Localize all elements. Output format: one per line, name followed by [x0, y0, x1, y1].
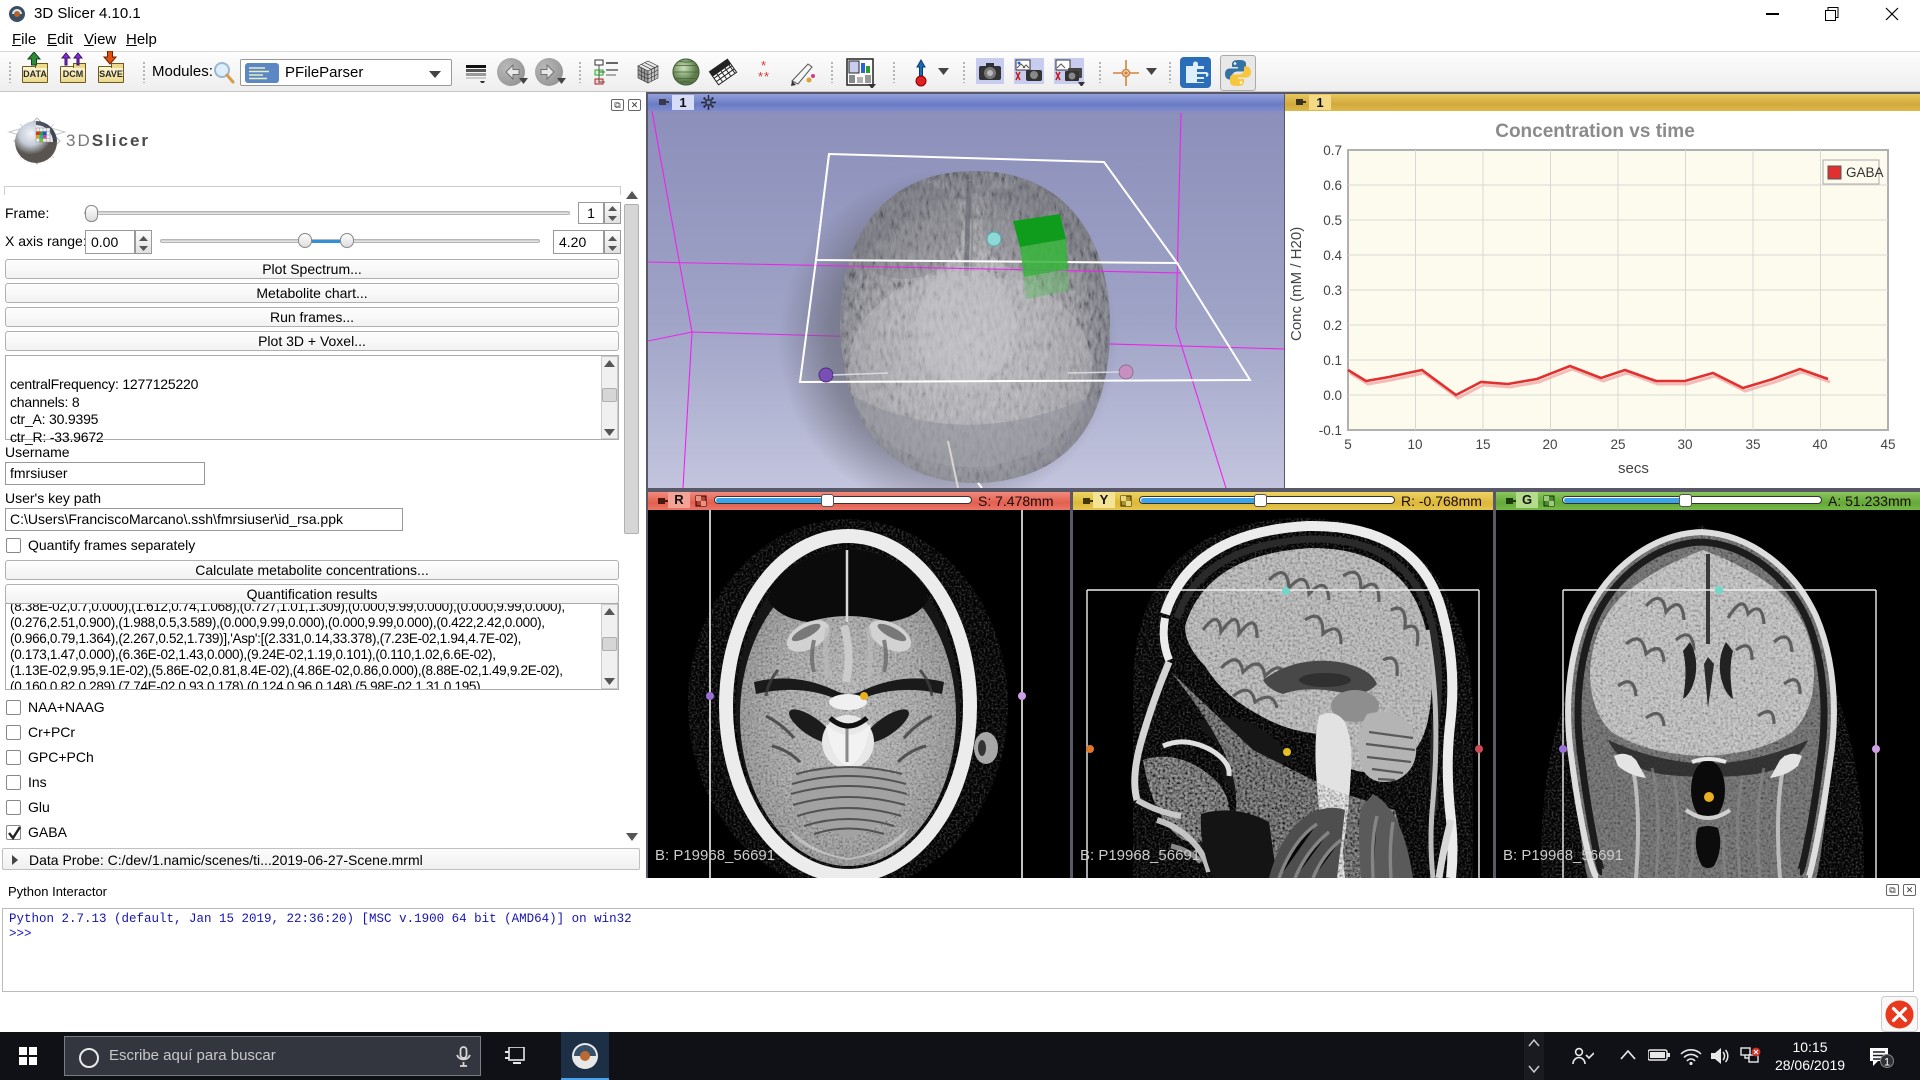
svg-text:15: 15 [1475, 437, 1490, 452]
svg-text:Concentration vs time: Concentration vs time [1495, 121, 1695, 142]
svg-text:5: 5 [1344, 437, 1352, 452]
svg-text:1: 1 [1884, 1057, 1890, 1069]
svg-text:20: 20 [1542, 437, 1557, 452]
svg-text:-0.1: -0.1 [1319, 423, 1342, 438]
svg-text:0.6: 0.6 [1323, 178, 1342, 193]
svg-text:Conc (mM / H20): Conc (mM / H20) [1288, 227, 1305, 341]
svg-text:25: 25 [1610, 437, 1625, 452]
svg-text:10: 10 [1407, 437, 1422, 452]
svg-text:35: 35 [1745, 437, 1760, 452]
svg-text:45: 45 [1880, 437, 1895, 452]
svg-text:30: 30 [1677, 437, 1692, 452]
svg-text:0.4: 0.4 [1323, 248, 1342, 263]
svg-text:B: P19968_56691: B: P19968_56691 [655, 847, 775, 864]
svg-text:0.7: 0.7 [1323, 143, 1342, 158]
svg-text:0.1: 0.1 [1323, 353, 1342, 368]
svg-text:GABA: GABA [1846, 165, 1884, 180]
svg-text:40: 40 [1812, 437, 1827, 452]
svg-text:0.2: 0.2 [1323, 318, 1342, 333]
svg-text:B: P19968_56691: B: P19968_56691 [1503, 847, 1623, 864]
svg-text:B: P19968_56691: B: P19968_56691 [1080, 847, 1200, 864]
svg-text:0.5: 0.5 [1323, 213, 1342, 228]
svg-text:0.0: 0.0 [1323, 388, 1342, 403]
svg-text:0.3: 0.3 [1323, 283, 1342, 298]
svg-text:secs: secs [1618, 460, 1649, 477]
